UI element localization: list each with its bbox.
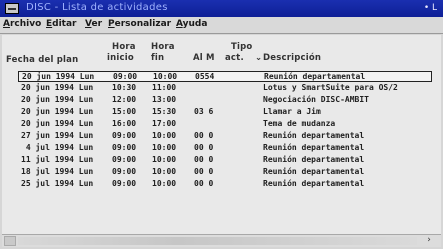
- menu-editar[interactable]: Editar: [46, 19, 77, 29]
- table-row[interactable]: 20 jun 1994 Lun 16:00 17:00 Tema de muda…: [18, 119, 432, 130]
- cell-descripcion: Reunión departamental: [264, 72, 366, 81]
- cell-hora-fin: 10:00: [152, 167, 177, 176]
- menu-archivo-accel: A: [3, 19, 10, 29]
- activity-list: Fecha del plan Hora inicio Hora fin Al M…: [2, 35, 441, 234]
- table-row[interactable]: 25 jul 1994 Lun 09:00 10:00 00 0 Reunión…: [18, 179, 432, 190]
- cell-alarma: 03 6: [194, 107, 214, 116]
- cell-descripcion: Reunión departamental: [263, 167, 365, 176]
- cell-alarma: 00 0: [194, 167, 214, 176]
- cell-hora-fin: 11:00: [152, 83, 177, 92]
- header-fecha[interactable]: Fecha del plan: [6, 55, 78, 65]
- scroll-right-arrow-icon[interactable]: ›: [423, 235, 435, 246]
- cell-hora-inicio: 09:00: [113, 72, 138, 81]
- cell-fecha: 20 jun 1994 Lun: [21, 119, 94, 128]
- cell-descripcion: Reunión departamental: [263, 143, 365, 152]
- table-row[interactable]: 20 jun 1994 Lun 09:00 10:00 0554 Reunión…: [18, 71, 432, 82]
- table-row[interactable]: 18 jul 1994 Lun 09:00 10:00 00 0 Reunión…: [18, 167, 432, 178]
- cell-fecha: 20 jun 1994 Lun: [21, 83, 94, 92]
- cell-hora-fin: 10:00: [152, 179, 177, 188]
- cell-hora-inicio: 15:00: [112, 107, 137, 116]
- cell-hora-inicio: 16:00: [112, 119, 137, 128]
- header-tipo-line2[interactable]: act.: [225, 53, 244, 63]
- cell-alarma: 00 0: [194, 179, 214, 188]
- cell-hora-fin: 10:00: [153, 72, 178, 81]
- window-control-button[interactable]: • L: [423, 3, 437, 14]
- cell-fecha: 20 jun 1994 Lun: [21, 95, 94, 104]
- menu-archivo-label: rchivo: [9, 19, 42, 29]
- menu-personalizar[interactable]: Personalizar: [108, 19, 171, 29]
- cell-descripcion: Tema de mudanza: [263, 119, 336, 128]
- header-tipo-line1[interactable]: Tipo: [231, 42, 252, 52]
- cell-hora-fin: 10:00: [152, 143, 177, 152]
- menu-archivo[interactable]: Archivo: [3, 19, 41, 29]
- sort-indicator-icon: ⌄: [255, 53, 263, 63]
- cell-hora-inicio: 12:00: [112, 95, 137, 104]
- cell-fecha: 4 jul 1994 Lun: [21, 143, 94, 152]
- cell-descripcion: Reunión departamental: [263, 155, 365, 164]
- cell-hora-fin: 10:00: [152, 131, 177, 140]
- app-window: DISC - Lista de actividades • L Archivo …: [0, 0, 443, 249]
- header-alarma[interactable]: Al M: [193, 53, 215, 63]
- system-menu-icon[interactable]: [5, 3, 19, 14]
- header-hora-inicio-line2[interactable]: inicio: [107, 53, 134, 63]
- cell-descripcion: Lotus y SmartSuite para OS/2: [263, 83, 398, 92]
- cell-descripcion: Llamar a Jim: [263, 107, 321, 116]
- menu-ayuda-accel: A: [176, 19, 183, 29]
- cell-hora-inicio: 10:30: [112, 83, 137, 92]
- cell-hora-inicio: 09:00: [112, 155, 137, 164]
- menu-editar-label: ditar: [52, 19, 77, 29]
- cell-descripcion: Reunión departamental: [263, 179, 365, 188]
- menu-personalizar-accel: P: [108, 19, 115, 29]
- cell-hora-fin: 15:30: [152, 107, 177, 116]
- cell-hora-inicio: 09:00: [112, 143, 137, 152]
- header-descripcion[interactable]: Descripción: [263, 53, 321, 63]
- cell-descripcion: Reunión departamental: [263, 131, 365, 140]
- cell-fecha: 25 jul 1994 Lun: [21, 179, 94, 188]
- cell-hora-fin: 13:00: [152, 95, 177, 104]
- menu-personalizar-label: ersonalizar: [114, 19, 172, 29]
- cell-alarma: 00 0: [194, 155, 214, 164]
- table-row[interactable]: 11 jul 1994 Lun 09:00 10:00 00 0 Reunión…: [18, 155, 432, 166]
- scroll-left-button[interactable]: [4, 236, 16, 246]
- header-hora-fin-line2[interactable]: fin: [151, 53, 164, 63]
- title-bar[interactable]: DISC - Lista de actividades • L: [0, 0, 443, 17]
- cell-fecha: 20 jun 1994 Lun: [21, 107, 94, 116]
- cell-alarma: 00 0: [194, 143, 214, 152]
- cell-hora-inicio: 09:00: [112, 131, 137, 140]
- table-row[interactable]: 20 jun 1994 Lun 10:30 11:00 Lotus y Smar…: [18, 83, 432, 94]
- cell-fecha: 11 jul 1994 Lun: [21, 155, 94, 164]
- cell-alarma: 0554: [195, 72, 215, 81]
- header-hora-inicio-line1[interactable]: Hora: [112, 42, 136, 52]
- cell-hora-inicio: 09:00: [112, 167, 137, 176]
- cell-alarma: 00 0: [194, 131, 214, 140]
- table-row[interactable]: 27 jun 1994 Lun 09:00 10:00 00 0 Reunión…: [18, 131, 432, 142]
- table-row[interactable]: 4 jul 1994 Lun 09:00 10:00 00 0 Reunión …: [18, 143, 432, 154]
- cell-hora-fin: 10:00: [152, 155, 177, 164]
- cell-descripcion: Negociación DISC-AMBIT: [263, 95, 369, 104]
- menu-bar: Archivo Editar Ver Personalizar Ayuda: [0, 17, 443, 34]
- cell-fecha: 18 jul 1994 Lun: [21, 167, 94, 176]
- cell-hora-inicio: 09:00: [112, 179, 137, 188]
- cell-fecha: 27 jun 1994 Lun: [21, 131, 94, 140]
- cell-hora-fin: 17:00: [152, 119, 177, 128]
- table-row[interactable]: 20 jun 1994 Lun 15:00 15:30 03 6 Llamar …: [18, 107, 432, 118]
- table-row[interactable]: 20 jun 1994 Lun 12:00 13:00 Negociación …: [18, 95, 432, 106]
- horizontal-scrollbar[interactable]: ›: [2, 234, 441, 247]
- scroll-track[interactable]: [18, 237, 417, 245]
- menu-ayuda-label: yuda: [182, 19, 208, 29]
- menu-ayuda[interactable]: Ayuda: [176, 19, 207, 29]
- menu-ver-label: er: [91, 19, 103, 29]
- menu-ver[interactable]: Ver: [85, 19, 102, 29]
- cell-fecha: 20 jun 1994 Lun: [22, 72, 95, 81]
- header-hora-fin-line1[interactable]: Hora: [151, 42, 175, 52]
- window-title: DISC - Lista de actividades: [26, 2, 168, 13]
